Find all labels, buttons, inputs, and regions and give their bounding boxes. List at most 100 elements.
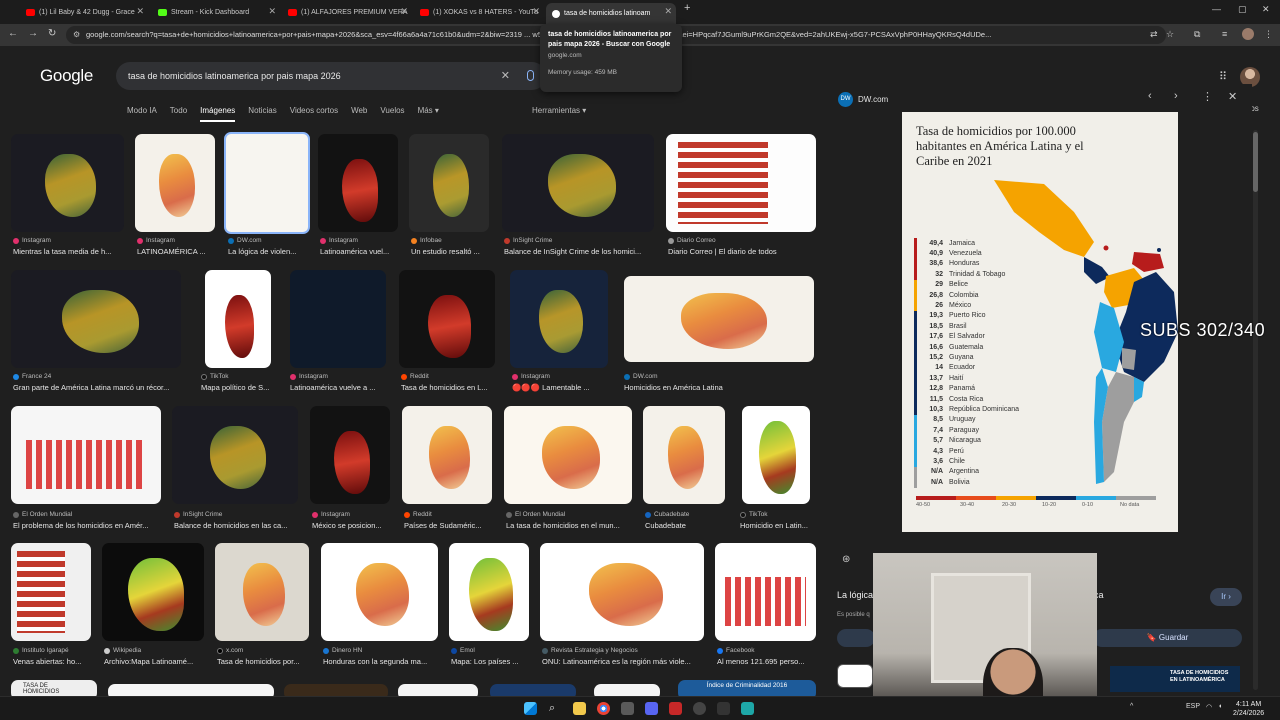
tab-modo-ia[interactable]: Modo IA	[127, 106, 157, 122]
share-button[interactable]	[837, 629, 875, 647]
result-image[interactable]	[290, 270, 386, 368]
close-panel-icon[interactable]: ✕	[1228, 90, 1237, 103]
close-tab-icon[interactable]: ✕	[136, 6, 144, 17]
result-title[interactable]: Al menos 121.695 perso...	[717, 657, 817, 666]
result-image[interactable]	[310, 406, 390, 504]
result-image[interactable]	[321, 543, 438, 641]
wifi-icon[interactable]: ◠	[1206, 703, 1212, 711]
tab-vuelos[interactable]: Vuelos	[380, 106, 404, 122]
result-image[interactable]	[715, 543, 816, 641]
close-tab-icon[interactable]: ✕	[268, 6, 276, 17]
microphone-icon[interactable]	[527, 70, 534, 81]
tab-videos-cortos[interactable]: Videos cortos	[290, 106, 338, 122]
result-image[interactable]	[284, 684, 388, 696]
result-title[interactable]: Un estudio resaltó ...	[411, 247, 491, 256]
result-title[interactable]: La tasa de homicidios en el mun...	[506, 521, 632, 530]
profile-avatar[interactable]	[1242, 28, 1254, 40]
tab-1[interactable]: (1) Lil Baby & 42 Dugg - Grace ✕	[20, 3, 148, 21]
result-title[interactable]: La lógica de violen...	[228, 247, 310, 256]
new-tab-button[interactable]: +	[684, 2, 690, 14]
result-title[interactable]: Latinoamérica vuelve a ...	[290, 383, 386, 392]
result-image[interactable]	[318, 134, 398, 232]
language-indicator[interactable]: ESP	[1186, 703, 1200, 710]
menu-icon[interactable]: ⋮	[1264, 29, 1274, 39]
minimize-icon[interactable]: —	[1212, 4, 1221, 14]
related-thumb[interactable]	[837, 664, 873, 688]
close-window-icon[interactable]: ✕	[1262, 4, 1270, 15]
result-title[interactable]: ONU: Latinoamérica es la región más viol…	[542, 657, 706, 666]
result-image[interactable]	[742, 406, 810, 504]
result-image[interactable]	[409, 134, 489, 232]
apps-grid-icon[interactable]: ⠿	[1219, 70, 1227, 83]
tools-button[interactable]: Herramientas ▾	[532, 106, 586, 115]
result-title[interactable]: Gran parte de América Latina marcó un ré…	[13, 383, 183, 392]
tab-3[interactable]: (1) ALFAJORES PREMIUM VERA ✕	[282, 3, 412, 21]
result-image[interactable]	[449, 543, 529, 641]
maximize-icon[interactable]: ▢	[1238, 4, 1247, 15]
result-title[interactable]: Mientras la tasa media de h...	[13, 247, 123, 256]
result-image[interactable]	[643, 406, 725, 504]
lens-icon[interactable]: ⊛	[842, 554, 850, 565]
result-title[interactable]: Tasa de homicidios en L...	[401, 383, 497, 392]
system-clock[interactable]: 4:11 AM 2/24/2026	[1233, 700, 1264, 718]
result-image[interactable]	[172, 406, 298, 504]
result-image[interactable]	[402, 406, 492, 504]
forward-icon[interactable]: →	[28, 28, 38, 39]
next-icon[interactable]: ›	[1174, 90, 1178, 102]
visit-button[interactable]: Ir ›	[1210, 588, 1242, 606]
chrome-icon[interactable]	[597, 702, 610, 715]
result-image[interactable]	[102, 543, 204, 641]
result-title[interactable]: Honduras con la segunda ma...	[323, 657, 438, 666]
panel-source[interactable]: DW DW.com	[838, 92, 888, 107]
result-image[interactable]	[215, 543, 309, 641]
result-title[interactable]: Venas abiertas: ho...	[13, 657, 93, 666]
tab-web[interactable]: Web	[351, 106, 367, 122]
result-title[interactable]: México se posicion...	[312, 521, 392, 530]
result-title[interactable]: Países de Sudaméric...	[404, 521, 494, 530]
result-title[interactable]: Tasa de homicidios por...	[217, 657, 309, 666]
tab-5-active[interactable]: tasa de homicidios latinoam ✕	[546, 3, 676, 24]
result-title[interactable]: Mapa político de S...	[201, 383, 277, 392]
result-image[interactable]: Índice de Criminalidad 2016	[678, 680, 816, 696]
bookmark-star-icon[interactable]: ☆	[1166, 29, 1176, 39]
result-title[interactable]: 🔴🔴🔴 Lamentable ...	[512, 383, 608, 392]
volume-icon[interactable]: ◖	[1218, 703, 1222, 710]
result-title[interactable]: Latinoamérica vuel...	[320, 247, 400, 256]
app-icon[interactable]	[621, 702, 634, 715]
extensions-icon[interactable]: ⧉	[1194, 29, 1204, 39]
result-image[interactable]	[490, 684, 576, 696]
result-image[interactable]	[11, 134, 124, 232]
obs-icon[interactable]	[693, 702, 706, 715]
result-image[interactable]	[666, 134, 816, 232]
close-tab-icon[interactable]: ✕	[400, 6, 408, 17]
media-icon[interactable]: ≡	[1222, 29, 1232, 39]
tab-imagenes[interactable]: Imágenes	[200, 106, 236, 122]
reload-icon[interactable]: ↻	[48, 28, 56, 39]
previous-icon[interactable]: ‹	[1148, 90, 1152, 102]
close-tab-icon[interactable]: ✕	[532, 6, 540, 17]
site-info-icon[interactable]: ⚙	[73, 26, 80, 44]
result-title[interactable]: Balance de InSight Crime de los homici..…	[504, 247, 654, 256]
tab-4[interactable]: (1) XOKAS vs 8 HATERS - YouTu ✕	[414, 3, 544, 21]
result-image[interactable]	[398, 684, 478, 696]
result-image[interactable]	[510, 270, 608, 368]
result-title[interactable]: Diario Correo | El diario de todos	[668, 247, 816, 256]
google-logo[interactable]: Google	[40, 66, 93, 86]
more-options-icon[interactable]: ⋮	[1202, 90, 1213, 103]
infographic-image[interactable]: Tasa de homicidios por 100.000 habitante…	[902, 112, 1178, 532]
result-image[interactable]	[540, 543, 704, 641]
app-icon[interactable]	[669, 702, 682, 715]
result-title[interactable]: Homicidios en América Latina	[624, 383, 814, 392]
result-image[interactable]	[11, 406, 161, 504]
result-image[interactable]	[11, 543, 91, 641]
result-title[interactable]: LATINOAMÉRICA ...	[137, 247, 217, 256]
result-image[interactable]	[594, 684, 660, 696]
result-title[interactable]: Homicidio en Latin...	[740, 521, 816, 530]
scrollbar-thumb[interactable]	[1253, 132, 1258, 192]
result-image[interactable]	[11, 270, 181, 368]
result-image[interactable]	[135, 134, 215, 232]
tab-noticias[interactable]: Noticias	[248, 106, 276, 122]
result-image[interactable]	[205, 270, 271, 368]
tab-mas[interactable]: Más ▾	[418, 106, 439, 122]
search-input[interactable]: tasa de homicidios latinoamerica por pai…	[116, 62, 546, 90]
